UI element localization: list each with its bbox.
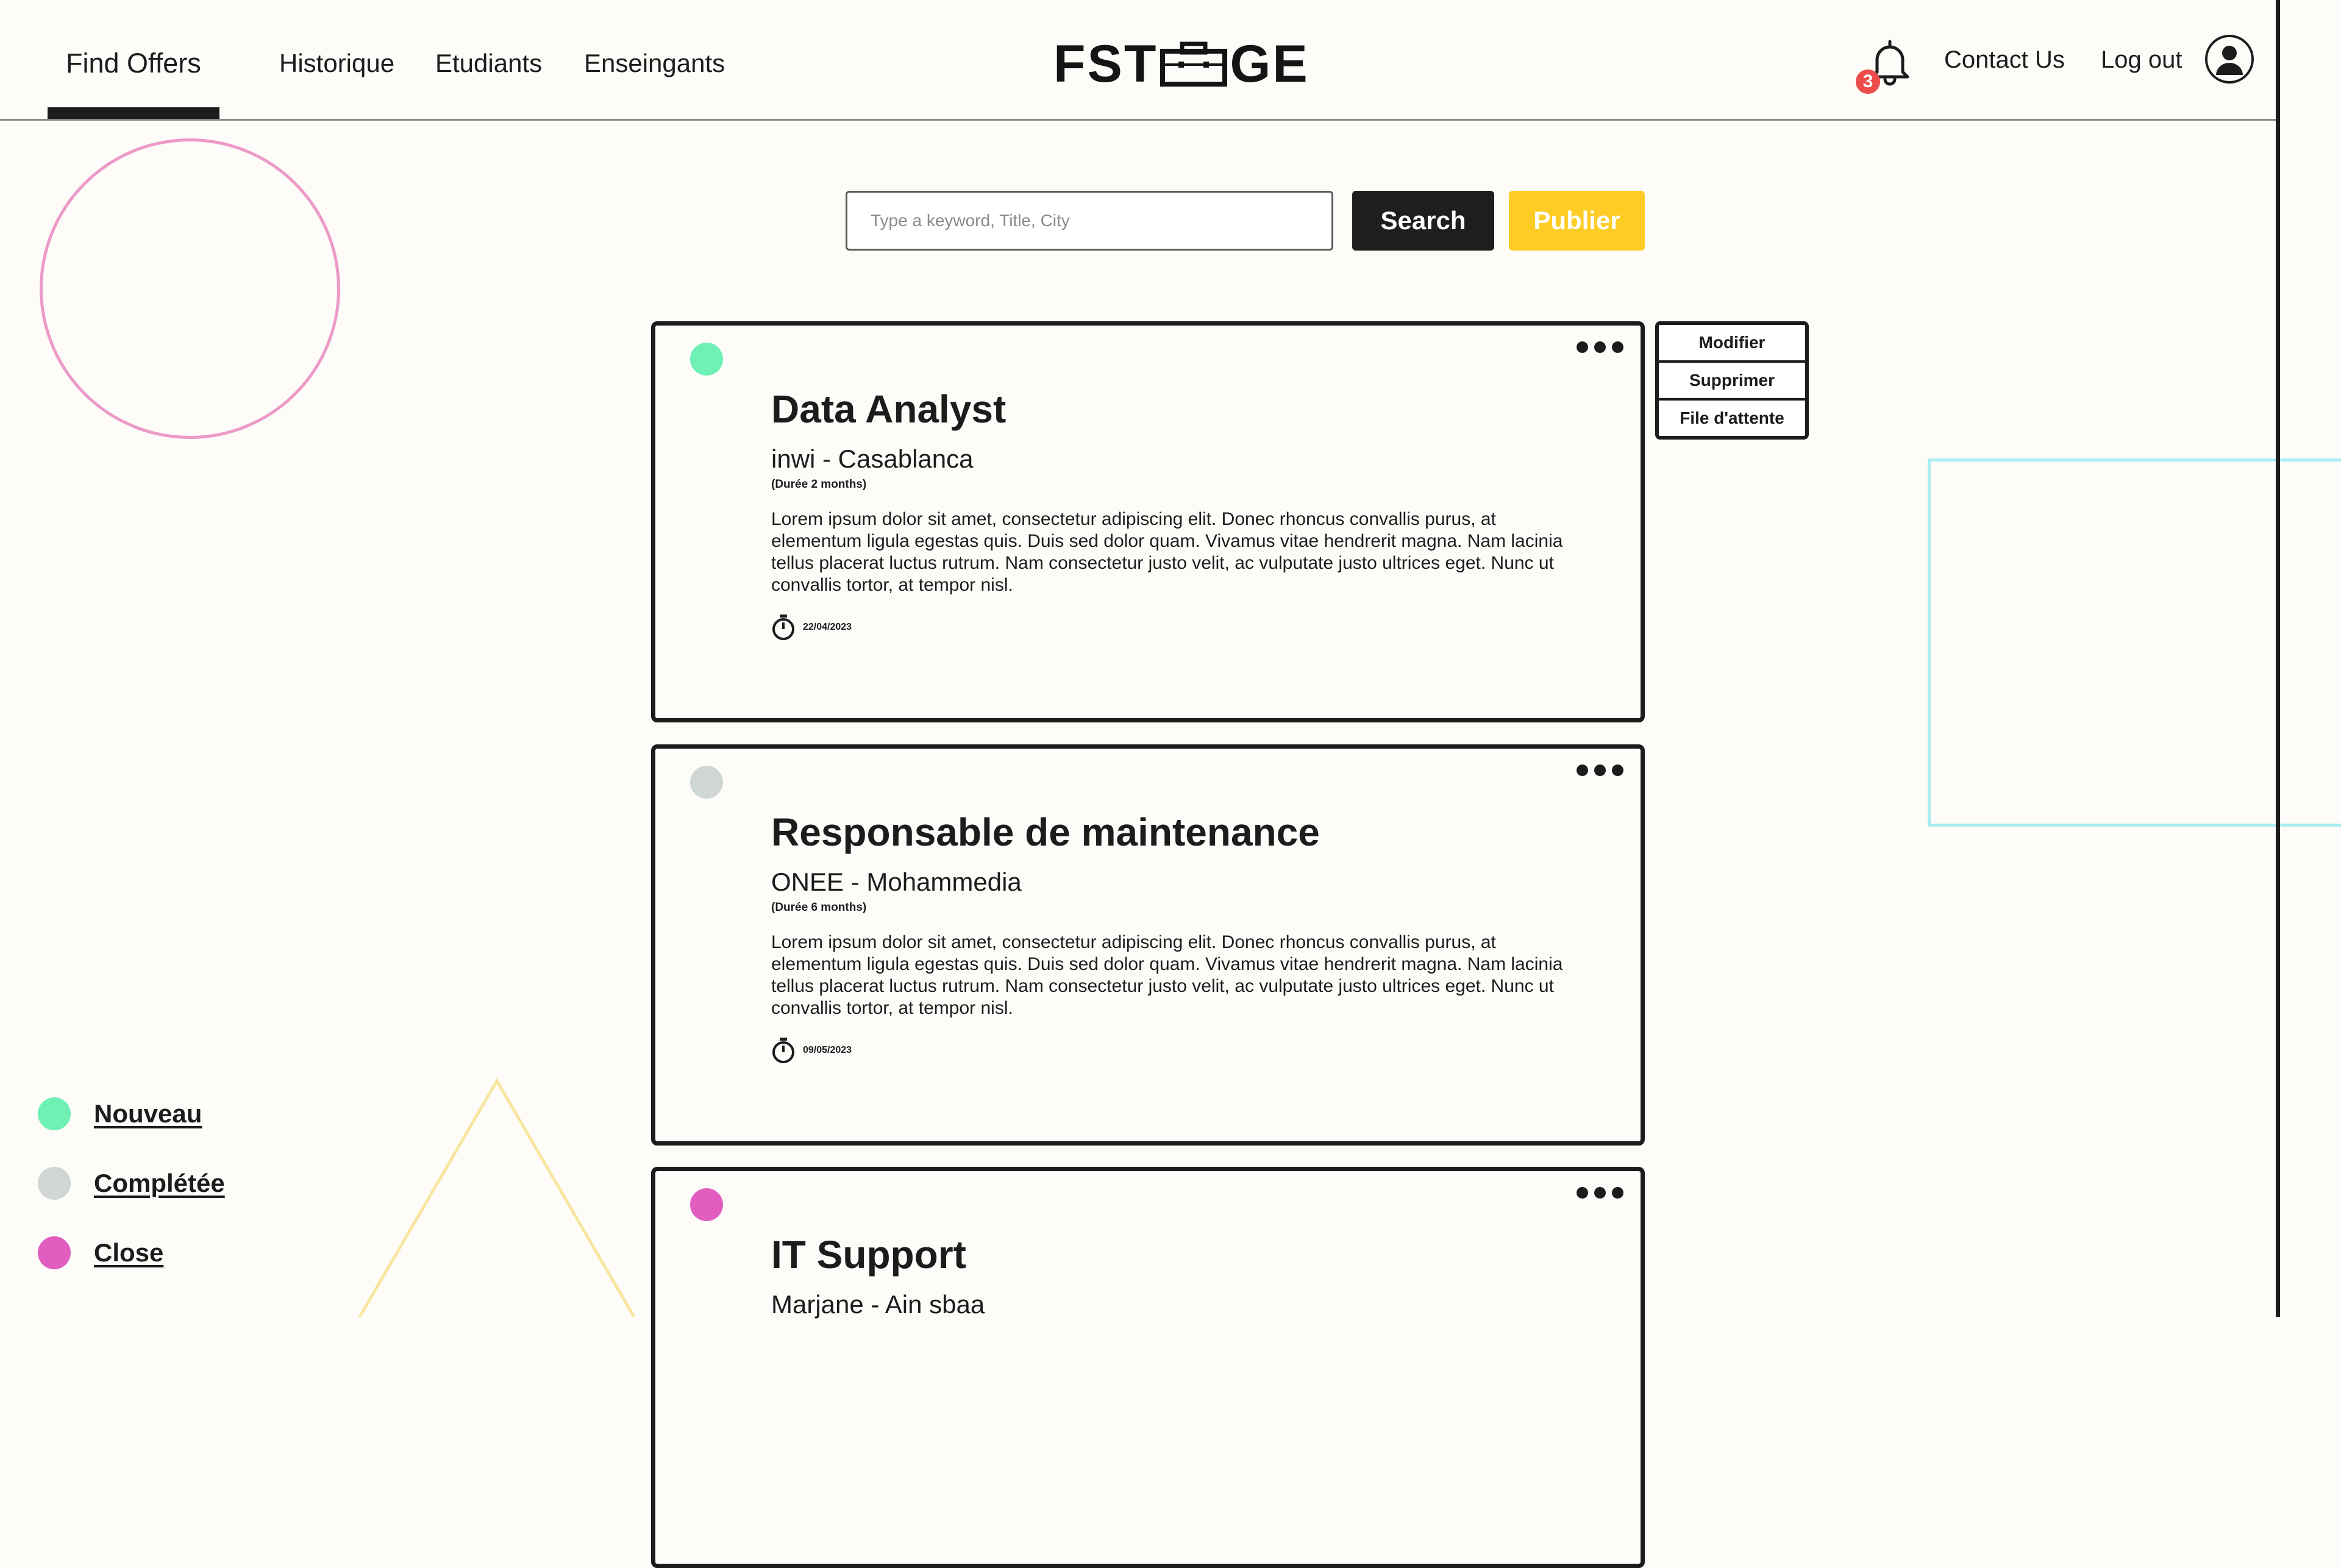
top-navbar: Find Offers Historique Etudiants Enseing… (0, 0, 2278, 121)
nav-etudiants[interactable]: Etudiants (435, 49, 542, 78)
stopwatch-icon (772, 1038, 794, 1063)
menu-item-modifier[interactable]: Modifier (1659, 325, 1805, 363)
offer-company: ONEE - Mohammedia (771, 868, 1022, 896)
menu-item-supprimer[interactable]: Supprimer (1659, 363, 1805, 401)
offer-card[interactable]: Data Analyst inwi - Casablanca (Durée 2 … (651, 321, 1645, 722)
status-dot-new (690, 343, 723, 376)
logo[interactable]: FST GE (1053, 34, 1309, 93)
offer-description: Lorem ipsum dolor sit amet, consectetur … (771, 932, 1563, 1018)
legend-dot-closed (38, 1236, 71, 1269)
legend-item-nouveau[interactable]: Nouveau (38, 1097, 202, 1130)
offer-title: Data Analyst (771, 387, 1007, 431)
contact-us-link[interactable]: Contact Us (1944, 46, 2065, 74)
page-right-divider (2276, 0, 2280, 1317)
legend-label: Nouveau (94, 1099, 202, 1128)
user-avatar[interactable] (2205, 35, 2254, 84)
more-options-icon[interactable] (1573, 1183, 1627, 1202)
offer-date-row: 09/05/2023 (771, 1036, 852, 1064)
offer-options-menu: Modifier Supprimer File d'attente (1655, 321, 1809, 440)
offer-title: Responsable de maintenance (771, 810, 1320, 854)
legend-label: Close (94, 1238, 164, 1267)
offer-title: IT Support (771, 1233, 966, 1277)
publish-button[interactable]: Publier (1509, 191, 1645, 251)
status-dot-closed (690, 1188, 723, 1221)
logout-link[interactable]: Log out (2101, 46, 2182, 74)
decorative-triangle (358, 1078, 636, 1317)
nav-historique[interactable]: Historique (279, 49, 394, 78)
logo-text-right: GE (1230, 34, 1309, 93)
stopwatch-icon (772, 615, 794, 640)
user-icon (2216, 46, 2243, 75)
briefcase-icon (1160, 41, 1228, 87)
search-button[interactable]: Search (1352, 191, 1494, 251)
legend-dot-completed (38, 1167, 71, 1200)
nav-enseignants[interactable]: Enseingants (584, 49, 725, 78)
offer-description: Lorem ipsum dolor sit amet, consectetur … (771, 509, 1563, 595)
legend-dot-new (38, 1097, 71, 1130)
legend-item-completee[interactable]: Complétée (38, 1167, 225, 1200)
more-options-icon[interactable] (1573, 338, 1627, 357)
offer-card[interactable]: IT Support Marjane - Ain sbaa (651, 1167, 1645, 1568)
legend-label: Complétée (94, 1169, 225, 1197)
status-dot-completed (690, 766, 723, 799)
offer-duration: (Durée 6 months) (771, 901, 867, 914)
nav-find-offers[interactable]: Find Offers (66, 48, 201, 79)
offer-card[interactable]: Responsable de maintenance ONEE - Mohamm… (651, 744, 1645, 1146)
legend-item-close[interactable]: Close (38, 1236, 163, 1269)
decorative-circle (40, 138, 340, 439)
menu-item-file-attente[interactable]: File d'attente (1659, 401, 1805, 436)
logo-text-left: FST (1053, 34, 1158, 93)
offer-date: 22/04/2023 (803, 622, 852, 632)
more-options-icon[interactable] (1573, 761, 1627, 780)
offer-date: 09/05/2023 (803, 1045, 852, 1055)
nav-active-indicator (48, 107, 219, 119)
notification-badge: 3 (1856, 69, 1880, 94)
search-input[interactable] (846, 191, 1333, 251)
offer-date-row: 22/04/2023 (771, 613, 852, 641)
offer-company: Marjane - Ain sbaa (771, 1290, 985, 1319)
offer-duration: (Durée 2 months) (771, 478, 867, 491)
offer-company: inwi - Casablanca (771, 444, 974, 473)
